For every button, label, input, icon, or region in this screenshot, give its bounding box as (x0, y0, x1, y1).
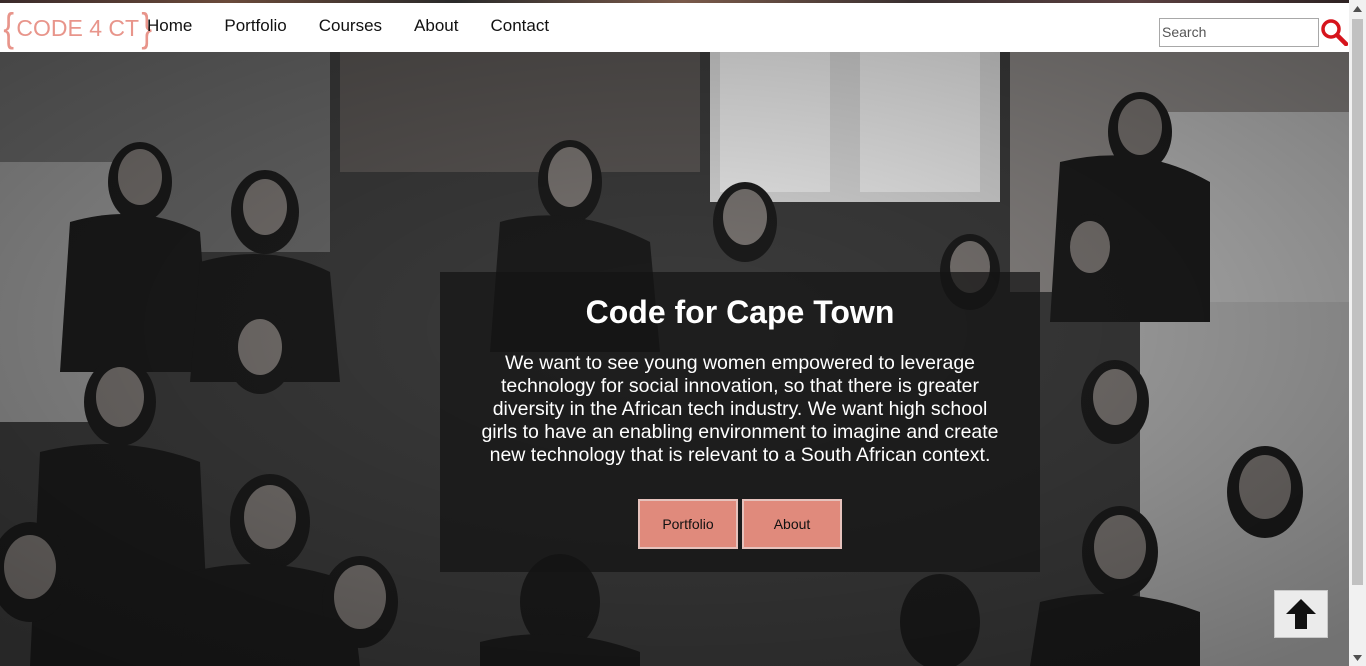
search-input[interactable] (1159, 17, 1319, 47)
logo-brace-left: { (3, 6, 15, 50)
hero-overlay: Code for Cape Town We want to see young … (440, 272, 1040, 572)
nav-courses[interactable]: Courses (303, 4, 398, 48)
about-button[interactable]: About (742, 499, 842, 549)
hero-title: Code for Cape Town (585, 294, 895, 330)
search-bar (1159, 17, 1349, 47)
nav-contact[interactable]: Contact (474, 4, 565, 48)
scroll-down-arrow[interactable] (1349, 649, 1366, 666)
hero-section: Code for Cape Town We want to see young … (0, 52, 1349, 666)
scrollbar[interactable] (1349, 0, 1366, 666)
nav-portfolio[interactable]: Portfolio (208, 4, 302, 48)
search-button[interactable] (1319, 17, 1349, 47)
nav-home[interactable]: Home (131, 4, 208, 48)
hero-buttons: Portfolio About (440, 499, 1040, 549)
portfolio-button[interactable]: Portfolio (638, 499, 738, 549)
navbar: { CODE 4 CT } Home Portfolio Courses Abo… (0, 3, 1349, 52)
scroll-up-arrow[interactable] (1349, 0, 1366, 17)
nav-about[interactable]: About (398, 4, 474, 48)
hero-text: We want to see young women empowered to … (481, 352, 999, 466)
scroll-thumb[interactable] (1352, 19, 1363, 585)
search-icon (1321, 19, 1348, 46)
logo-text: CODE 4 CT (16, 15, 140, 41)
back-to-top-button[interactable] (1274, 590, 1328, 638)
arrow-up-icon (1286, 599, 1316, 629)
main-nav: Home Portfolio Courses About Contact (131, 3, 565, 49)
